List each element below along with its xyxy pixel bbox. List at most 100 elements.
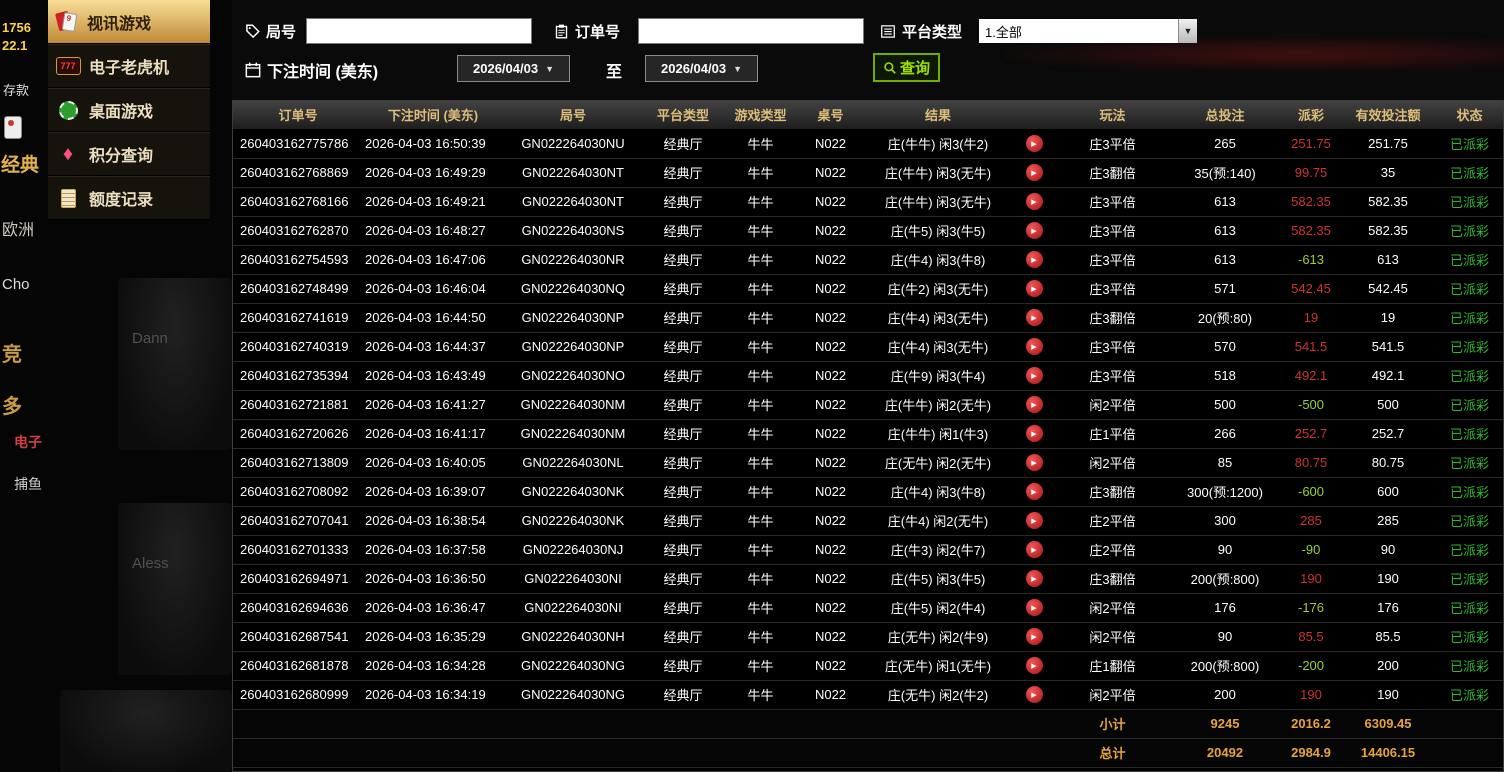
subtotal-row-platform — [643, 708, 723, 739]
cell-payout: 19 — [1280, 303, 1342, 333]
column-header — [1013, 101, 1055, 130]
cell-platform: 经典厅 — [643, 390, 723, 420]
play-button[interactable]: ▶ — [1025, 657, 1043, 675]
cell-order: 260403162680999 — [233, 680, 363, 710]
round-number-label: 局号 — [245, 18, 296, 44]
cell-time: 2026-04-03 16:46:04 — [363, 274, 503, 304]
cell-result: 庄(牛5) 闲3(牛5) — [863, 564, 1013, 594]
play-button[interactable]: ▶ — [1025, 396, 1043, 414]
play-button[interactable]: ▶ — [1025, 512, 1043, 530]
query-button[interactable]: 查询 — [873, 53, 940, 82]
cell-status: 已派彩 — [1434, 448, 1503, 478]
cell--play: ▶ — [1013, 419, 1055, 449]
background-left-strip: 1756 22.1 存款 经典 欧洲 Cho 竞 多 电子 捕鱼 — [0, 0, 48, 772]
cell-payout: 582.35 — [1280, 187, 1342, 217]
slot-icon: 777 — [55, 57, 81, 75]
date-from-picker[interactable]: 2026/04/03 ▼ — [457, 55, 570, 82]
cards-icon: 9 — [55, 10, 79, 34]
play-button[interactable]: ▶ — [1025, 454, 1043, 472]
play-button[interactable]: ▶ — [1025, 541, 1043, 559]
cell-result: 庄(牛9) 闲3(牛4) — [863, 361, 1013, 391]
play-button[interactable]: ▶ — [1025, 338, 1043, 356]
table-row: 260403162768166 2026-04-03 16:49:21 GN0222… — [233, 187, 1503, 217]
card-icon — [4, 116, 22, 139]
cell-payout: 541.5 — [1280, 332, 1342, 362]
column-header: 状态 — [1434, 101, 1503, 130]
cell-total-bet: 35(预:140) — [1170, 158, 1280, 188]
cell-platform: 经典厅 — [643, 216, 723, 246]
table-row: 260403162775786 2026-04-03 16:50:39 GN0222… — [233, 129, 1503, 159]
grand-total-row-platform — [643, 737, 723, 768]
play-button[interactable]: ▶ — [1025, 686, 1043, 704]
round-number-input[interactable] — [306, 18, 532, 44]
play-button[interactable]: ▶ — [1025, 570, 1043, 588]
order-number-input[interactable] — [638, 18, 864, 44]
lobby-label: 经典 — [1, 155, 40, 176]
column-header: 下注时间 (美东) — [363, 101, 503, 130]
table-row: 260403162735394 2026-04-03 16:43:49 GN0222… — [233, 361, 1503, 391]
sidebar-item-video-games[interactable]: 9 视讯游戏 — [48, 0, 210, 44]
cell-method: 闲2平倍 — [1055, 390, 1170, 420]
cell-order: 260403162701333 — [233, 535, 363, 565]
sidebar-item-quota-records[interactable]: 额度记录 — [48, 176, 210, 220]
date-to-value: 2026/04/03 — [661, 61, 727, 76]
cell-total-bet: 300 — [1170, 506, 1280, 536]
sidebar-item-points-query[interactable]: ♦ 积分查询 — [48, 132, 210, 176]
cell-status: 已派彩 — [1434, 593, 1503, 623]
sidebar-item-slots[interactable]: 777 电子老虎机 — [48, 44, 210, 88]
play-button[interactable]: ▶ — [1025, 193, 1043, 211]
cell-round: GN022264030NU — [503, 129, 643, 159]
cell-method: 闲2平倍 — [1055, 622, 1170, 652]
cell-time: 2026-04-03 16:44:50 — [363, 303, 503, 333]
cell-table-no: N022 — [798, 361, 863, 391]
date-from-value: 2026/04/03 — [473, 61, 539, 76]
grand-total-row-order — [233, 737, 363, 768]
platform-select[interactable]: 1.全部 ▼ — [979, 19, 1197, 43]
table-row: 260403162754593 2026-04-03 16:47:06 GN0222… — [233, 245, 1503, 275]
column-header: 总投注 — [1170, 101, 1280, 130]
play-button[interactable]: ▶ — [1025, 135, 1043, 153]
cell-time: 2026-04-03 16:38:54 — [363, 506, 503, 536]
cell-table-no: N022 — [798, 506, 863, 536]
cell-order: 260403162775786 — [233, 129, 363, 159]
play-button[interactable]: ▶ — [1025, 309, 1043, 327]
cell-result: 庄(牛4) 闲2(无牛) — [863, 506, 1013, 536]
cell-valid-bet: 176 — [1342, 593, 1434, 623]
cell-platform: 经典厅 — [643, 506, 723, 536]
cell-valid-bet: 200 — [1342, 651, 1434, 681]
cell-game: 牛牛 — [723, 535, 798, 565]
grand-total-row-game — [723, 737, 798, 768]
cell-round: GN022264030NM — [503, 390, 643, 420]
play-button[interactable]: ▶ — [1025, 164, 1043, 182]
cell-method: 庄3平倍 — [1055, 216, 1170, 246]
cell-table-no: N022 — [798, 187, 863, 217]
play-button[interactable]: ▶ — [1025, 425, 1043, 443]
cell-table-no: N022 — [798, 477, 863, 507]
grand-total-row-status — [1434, 737, 1503, 768]
play-button[interactable]: ▶ — [1025, 483, 1043, 501]
cell-status: 已派彩 — [1434, 651, 1503, 681]
column-header: 有效投注额 — [1342, 101, 1434, 130]
cell-total-bet: 500 — [1170, 390, 1280, 420]
play-button[interactable]: ▶ — [1025, 599, 1043, 617]
background-portrait: Aless — [118, 503, 232, 675]
cell-status: 已派彩 — [1434, 129, 1503, 159]
cell-result: 庄(无牛) 闲2(牛2) — [863, 680, 1013, 710]
cell-game: 牛牛 — [723, 187, 798, 217]
play-button[interactable]: ▶ — [1025, 251, 1043, 269]
cell-payout: -176 — [1280, 593, 1342, 623]
date-to-picker[interactable]: 2026/04/03 ▼ — [645, 55, 758, 82]
bet-records-table: 订单号 下注时间 (美东) 局号 平台类型 游戏类型 桌号 结果 玩法 总投注 派彩 有效投注额 状态… — [232, 100, 1504, 772]
cell-time: 2026-04-03 16:41:27 — [363, 390, 503, 420]
play-button[interactable]: ▶ — [1025, 367, 1043, 385]
play-button[interactable]: ▶ — [1025, 628, 1043, 646]
cell--play: ▶ — [1013, 245, 1055, 275]
table-row: 260403162713809 2026-04-03 16:40:05 GN0222… — [233, 448, 1503, 478]
play-button[interactable]: ▶ — [1025, 222, 1043, 240]
sidebar-item-table-games[interactable]: 桌面游戏 — [48, 88, 210, 132]
cell-valid-bet: 251.75 — [1342, 129, 1434, 159]
cell-round: GN022264030NP — [503, 303, 643, 333]
play-button[interactable]: ▶ — [1025, 280, 1043, 298]
cell-method: 庄3翻倍 — [1055, 158, 1170, 188]
subtotal-row-payout: 2016.2 — [1280, 708, 1342, 739]
